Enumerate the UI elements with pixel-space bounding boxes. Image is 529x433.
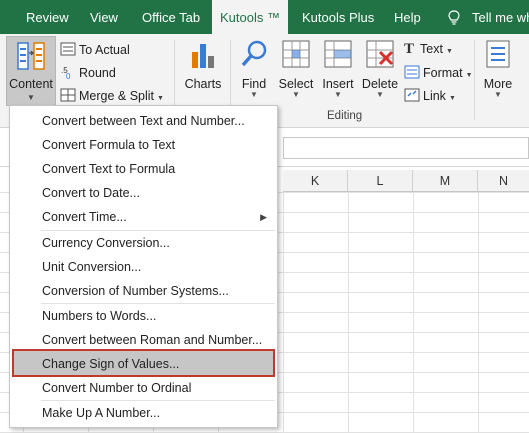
menu-item-number-to-ordinal[interactable]: Convert Number to Ordinal: [42, 381, 191, 395]
svg-text:0: 0: [66, 72, 71, 80]
select-label: Select: [278, 77, 314, 91]
find-button[interactable]: Find ▼: [238, 38, 270, 99]
charts-label: Charts: [184, 77, 222, 91]
format-icon: [404, 65, 420, 79]
chevron-down-icon: ▼: [494, 90, 502, 99]
menu-item-numbers-to-words[interactable]: Numbers to Words...: [42, 309, 156, 323]
more-icon: [486, 40, 510, 68]
chevron-down-icon: ▼: [27, 93, 35, 102]
menu-item-convert-time[interactable]: Convert Time...: [42, 210, 127, 224]
lightbulb-icon: [448, 10, 460, 25]
chevron-down-icon: ▼: [334, 90, 342, 99]
ribbon-tab-bar: Review View Office Tab Kutools ™ Kutools…: [0, 0, 529, 34]
select-button[interactable]: Select ▼: [278, 38, 314, 99]
tab-kutools[interactable]: Kutools ™: [212, 0, 288, 34]
column-header-n[interactable]: N: [478, 170, 529, 192]
chevron-down-icon: ▼: [448, 95, 456, 102]
chevron-down-icon: ▼: [445, 48, 453, 55]
round-button[interactable]: .5 0 Round: [60, 64, 116, 80]
menu-item-change-sign[interactable]: Change Sign of Values...: [42, 357, 179, 371]
menu-item-make-up-number[interactable]: Make Up A Number...: [42, 406, 160, 420]
round-icon: .5 0: [61, 66, 71, 80]
merge-split-icon: [60, 88, 76, 102]
column-header-k[interactable]: K: [283, 170, 348, 192]
formula-input[interactable]: [283, 137, 529, 159]
menu-separator: [41, 400, 275, 401]
to-actual-icon: [60, 42, 76, 56]
chevron-down-icon: ▼: [376, 90, 384, 99]
tell-me-search[interactable]: Tell me wh: [472, 0, 529, 34]
link-label: Link: [423, 89, 446, 103]
merge-split-button[interactable]: Merge & Split ▼: [60, 87, 164, 103]
menu-item-convert-text-number[interactable]: Convert between Text and Number...: [42, 114, 245, 128]
content-convert-icon: [17, 42, 45, 70]
find-label: Find: [241, 77, 267, 91]
tab-help[interactable]: Help: [394, 0, 421, 34]
content-label: Content: [9, 77, 53, 91]
chevron-right-icon: ▶: [260, 212, 267, 222]
menu-item-number-systems[interactable]: Conversion of Number Systems...: [42, 284, 229, 298]
insert-icon: [324, 40, 352, 68]
delete-icon: [366, 40, 394, 68]
delete-label: Delete: [361, 77, 399, 91]
link-icon: [404, 88, 420, 102]
text-format-icon: T: [404, 41, 415, 57]
charts-icon: [192, 44, 214, 68]
more-label: More: [483, 77, 513, 91]
menu-item-convert-to-date[interactable]: Convert to Date...: [42, 186, 140, 200]
tab-review[interactable]: Review: [26, 0, 69, 34]
select-range-icon: [282, 40, 310, 68]
menu-separator: [41, 303, 275, 304]
format-button[interactable]: Format ▼: [404, 64, 473, 80]
chevron-down-icon: ▼: [292, 90, 300, 99]
content-button[interactable]: Content ▼: [6, 36, 56, 106]
menu-item-currency-conversion[interactable]: Currency Conversion...: [42, 236, 170, 250]
menu-item-unit-conversion[interactable]: Unit Conversion...: [42, 260, 141, 274]
link-button[interactable]: Link ▼: [404, 87, 456, 103]
insert-button[interactable]: Insert ▼: [320, 38, 356, 99]
tab-view[interactable]: View: [90, 0, 118, 34]
group-label-editing: Editing: [327, 110, 363, 122]
menu-item-roman-number[interactable]: Convert between Roman and Number...: [42, 333, 262, 347]
column-header-l[interactable]: L: [348, 170, 413, 192]
chevron-down-icon: ▼: [465, 72, 473, 79]
ribbon-separator: [474, 40, 475, 120]
delete-button[interactable]: Delete ▼: [361, 38, 399, 99]
to-actual-label: To Actual: [79, 43, 130, 57]
tab-office-tab[interactable]: Office Tab: [142, 0, 200, 34]
menu-item-formula-to-text[interactable]: Convert Formula to Text: [42, 138, 175, 152]
chevron-down-icon: ▼: [250, 90, 258, 99]
to-actual-button[interactable]: To Actual: [60, 41, 130, 57]
round-label: Round: [79, 66, 116, 80]
more-button[interactable]: More ▼: [480, 38, 516, 99]
charts-button[interactable]: Charts: [183, 38, 223, 91]
menu-separator: [41, 230, 275, 231]
insert-label: Insert: [322, 77, 354, 91]
merge-split-label: Merge & Split: [79, 89, 155, 103]
menu-item-text-to-formula[interactable]: Convert Text to Formula: [42, 162, 175, 176]
content-dropdown-menu: Convert between Text and Number... Conve…: [9, 105, 278, 428]
column-header-m[interactable]: M: [413, 170, 478, 192]
format-label: Format: [423, 66, 463, 80]
text-label: Text: [420, 42, 443, 56]
text-button[interactable]: T Text ▼: [404, 41, 453, 58]
chevron-down-icon: ▼: [157, 95, 164, 102]
tab-kutools-plus[interactable]: Kutools Plus: [302, 0, 374, 34]
magnifier-icon: [241, 40, 267, 67]
